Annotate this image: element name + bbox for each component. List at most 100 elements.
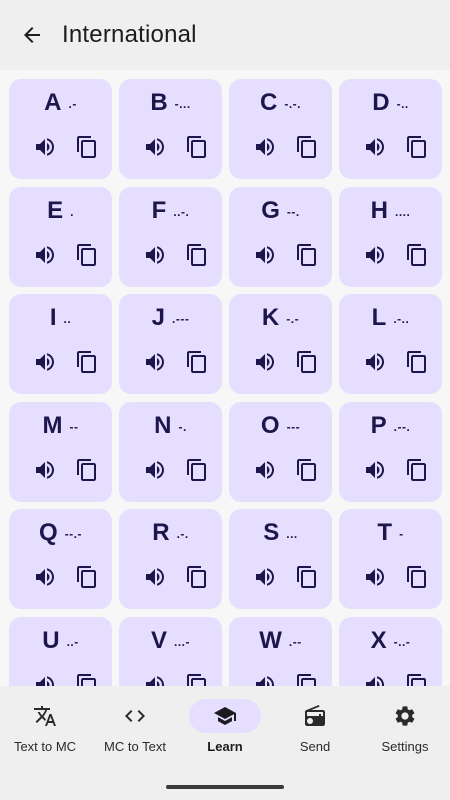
letter-card-q[interactable]: Q --.- bbox=[9, 509, 112, 609]
copy-icon[interactable] bbox=[293, 241, 321, 269]
copy-icon[interactable] bbox=[403, 456, 431, 484]
letters-grid-scroll[interactable]: A .- B -... C -.-. D -.. E. F ..-. G --. H.... I.. J .--… bbox=[0, 70, 450, 686]
letter-card-v[interactable]: V ...- bbox=[119, 616, 222, 686]
letter-card-p[interactable]: P .--. bbox=[339, 401, 442, 502]
copy-icon[interactable] bbox=[183, 241, 211, 269]
gesture-bar bbox=[166, 785, 284, 789]
copy-icon[interactable] bbox=[73, 456, 101, 484]
letter-card-c[interactable]: C -.-. bbox=[229, 79, 332, 179]
letter-card-a[interactable]: A .- bbox=[9, 79, 112, 179]
copy-icon[interactable] bbox=[73, 241, 101, 269]
volume-up-icon[interactable] bbox=[31, 671, 59, 686]
copy-icon[interactable] bbox=[403, 133, 431, 161]
nav-label: Settings bbox=[381, 739, 429, 754]
volume-up-icon[interactable] bbox=[141, 671, 169, 686]
copy-icon[interactable] bbox=[293, 563, 321, 591]
volume-up-icon[interactable] bbox=[31, 348, 59, 376]
nav-item-mc-to-text[interactable]: MC to Text bbox=[90, 686, 180, 766]
volume-up-icon[interactable] bbox=[141, 563, 169, 591]
letter-card-l[interactable]: L .-.. bbox=[339, 294, 442, 394]
morse-code: -..- bbox=[393, 634, 411, 649]
copy-icon[interactable] bbox=[73, 671, 101, 686]
volume-up-icon[interactable] bbox=[251, 563, 279, 591]
copy-icon[interactable] bbox=[293, 348, 321, 376]
volume-up-icon[interactable] bbox=[361, 563, 389, 591]
copy-icon[interactable] bbox=[403, 563, 431, 591]
letter-label: I bbox=[49, 304, 57, 331]
letter-card-e[interactable]: E. bbox=[9, 186, 112, 287]
copy-icon[interactable] bbox=[183, 563, 211, 591]
copy-icon[interactable] bbox=[403, 671, 431, 686]
letter-card-r[interactable]: R .-. bbox=[119, 509, 222, 609]
letter-header: S... bbox=[229, 517, 332, 547]
volume-up-icon[interactable] bbox=[361, 348, 389, 376]
morse-code: .. bbox=[63, 312, 72, 326]
volume-up-icon[interactable] bbox=[251, 456, 279, 484]
nav-label: Send bbox=[299, 739, 331, 754]
volume-up-icon[interactable] bbox=[361, 456, 389, 484]
letter-card-s[interactable]: S... bbox=[229, 509, 332, 609]
letter-card-h[interactable]: H.... bbox=[339, 186, 442, 287]
letter-header: B -... bbox=[119, 87, 222, 117]
copy-icon[interactable] bbox=[73, 348, 101, 376]
copy-icon[interactable] bbox=[183, 348, 211, 376]
letter-header: A .- bbox=[9, 87, 112, 117]
volume-up-icon[interactable] bbox=[141, 241, 169, 269]
copy-icon[interactable] bbox=[403, 241, 431, 269]
letter-card-w[interactable]: W .-- bbox=[229, 616, 332, 686]
letter-label: E bbox=[47, 196, 64, 224]
volume-up-icon[interactable] bbox=[141, 348, 169, 376]
nav-item-text-to-mc[interactable]: Text to MC bbox=[0, 686, 90, 766]
card-actions bbox=[251, 133, 321, 161]
volume-up-icon[interactable] bbox=[31, 456, 59, 484]
copy-icon[interactable] bbox=[183, 671, 211, 686]
letter-card-i[interactable]: I.. bbox=[9, 294, 112, 394]
copy-icon[interactable] bbox=[183, 456, 211, 484]
volume-up-icon[interactable] bbox=[31, 563, 59, 591]
code-icon bbox=[122, 703, 148, 729]
copy-icon[interactable] bbox=[293, 456, 321, 484]
letter-card-b[interactable]: B -... bbox=[119, 79, 222, 179]
morse-code: --. bbox=[286, 204, 300, 219]
morse-code: --.- bbox=[64, 527, 82, 541]
letter-header: X -..- bbox=[339, 625, 442, 655]
copy-icon[interactable] bbox=[293, 133, 321, 161]
card-actions bbox=[141, 456, 211, 484]
letter-card-o[interactable]: O --- bbox=[229, 401, 332, 502]
volume-up-icon[interactable] bbox=[361, 241, 389, 269]
card-actions bbox=[31, 456, 101, 484]
letter-card-u[interactable]: U ..- bbox=[9, 616, 112, 686]
letter-card-j[interactable]: J .--- bbox=[119, 294, 222, 394]
copy-icon[interactable] bbox=[183, 133, 211, 161]
volume-up-icon[interactable] bbox=[141, 456, 169, 484]
card-actions bbox=[361, 241, 431, 269]
nav-item-send[interactable]: Send bbox=[270, 686, 360, 766]
volume-up-icon[interactable] bbox=[141, 133, 169, 161]
copy-icon[interactable] bbox=[403, 348, 431, 376]
copy-icon[interactable] bbox=[293, 671, 321, 686]
letter-header: U ..- bbox=[9, 625, 112, 655]
volume-up-icon[interactable] bbox=[251, 348, 279, 376]
volume-up-icon[interactable] bbox=[361, 671, 389, 686]
letter-card-k[interactable]: K -.- bbox=[229, 294, 332, 394]
letter-card-g[interactable]: G --. bbox=[229, 186, 332, 287]
volume-up-icon[interactable] bbox=[31, 133, 59, 161]
letter-card-m[interactable]: M -- bbox=[9, 401, 112, 502]
nav-item-settings[interactable]: Settings bbox=[360, 686, 450, 766]
copy-icon[interactable] bbox=[73, 563, 101, 591]
letter-card-t[interactable]: T- bbox=[339, 509, 442, 609]
letter-card-f[interactable]: F ..-. bbox=[119, 186, 222, 287]
letter-label: H bbox=[370, 196, 388, 224]
back-button[interactable] bbox=[12, 15, 52, 55]
volume-up-icon[interactable] bbox=[31, 241, 59, 269]
letter-card-d[interactable]: D -.. bbox=[339, 79, 442, 179]
copy-icon[interactable] bbox=[73, 133, 101, 161]
letter-header: T- bbox=[339, 517, 442, 547]
volume-up-icon[interactable] bbox=[251, 133, 279, 161]
volume-up-icon[interactable] bbox=[251, 241, 279, 269]
volume-up-icon[interactable] bbox=[251, 671, 279, 686]
volume-up-icon[interactable] bbox=[361, 133, 389, 161]
letter-card-x[interactable]: X -..- bbox=[339, 616, 442, 686]
nav-item-learn[interactable]: Learn bbox=[180, 686, 270, 766]
letter-card-n[interactable]: N -. bbox=[119, 401, 222, 502]
